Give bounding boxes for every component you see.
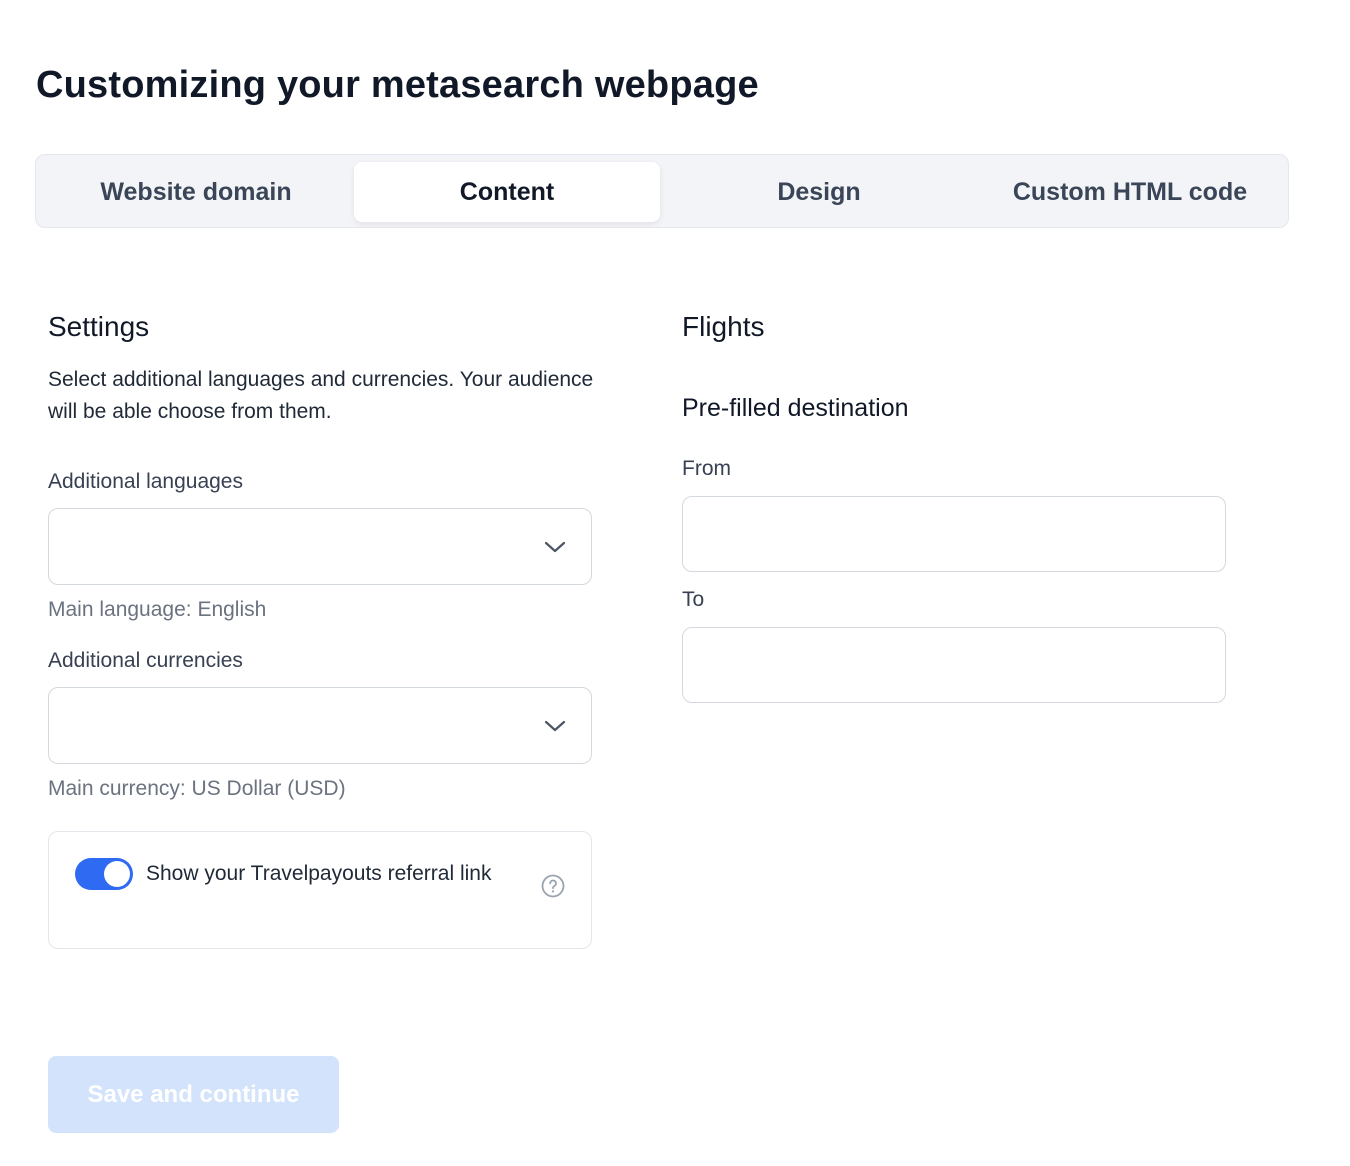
chevron-down-icon bbox=[544, 720, 566, 732]
page: Customizing your metasearch webpage Webs… bbox=[0, 0, 1350, 1166]
tab-bar: Website domain Content Design Custom HTM… bbox=[35, 154, 1289, 228]
flights-title: Flights bbox=[682, 311, 765, 342]
to-input[interactable] bbox=[682, 627, 1226, 703]
from-input[interactable] bbox=[682, 496, 1226, 572]
main-language-hint: Main language: English bbox=[48, 598, 267, 621]
referral-link-card: Show your Travelpayouts referral link bbox=[48, 831, 592, 949]
page-title: Customizing your metasearch webpage bbox=[36, 64, 759, 106]
prefilled-destination-subtitle: Pre-filled destination bbox=[682, 394, 909, 422]
to-label: To bbox=[682, 588, 705, 611]
additional-languages-label: Additional languages bbox=[48, 470, 243, 493]
additional-currencies-select[interactable] bbox=[48, 687, 592, 764]
settings-description: Select additional languages and currenci… bbox=[48, 368, 594, 423]
referral-link-toggle[interactable] bbox=[75, 858, 133, 890]
referral-link-label: Show your Travelpayouts referral link bbox=[146, 862, 492, 885]
additional-languages-select[interactable] bbox=[48, 508, 592, 585]
additional-currencies-label: Additional currencies bbox=[48, 649, 243, 672]
main-currency-hint: Main currency: US Dollar (USD) bbox=[48, 777, 346, 800]
from-label: From bbox=[682, 457, 731, 480]
save-and-continue-button[interactable]: Save and continue bbox=[48, 1056, 339, 1133]
tab-custom-html-code[interactable]: Custom HTML code bbox=[977, 162, 1283, 222]
tab-website-domain[interactable]: Website domain bbox=[43, 162, 349, 222]
tab-design[interactable]: Design bbox=[666, 162, 972, 222]
chevron-down-icon bbox=[544, 541, 566, 553]
settings-title: Settings bbox=[48, 311, 150, 342]
tab-content[interactable]: Content bbox=[354, 162, 660, 222]
question-circle-icon[interactable] bbox=[541, 874, 565, 898]
toggle-knob bbox=[104, 861, 130, 887]
